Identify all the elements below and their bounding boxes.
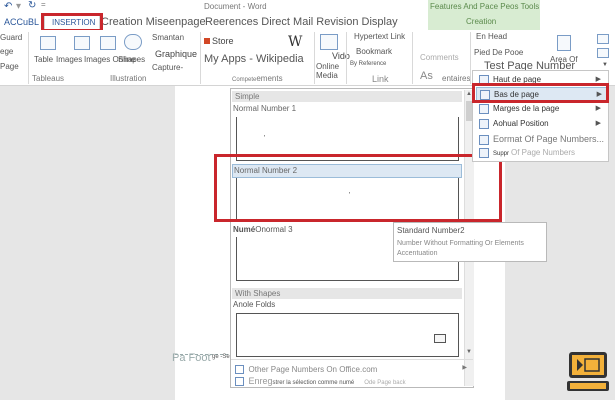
highlight-plain-number-2 [214, 154, 502, 222]
hyperlink-button[interactable]: Hypertext Link [354, 32, 405, 41]
header-button[interactable]: En Head [476, 32, 507, 41]
save-selection-label: strer la sélection comme numé [272, 380, 355, 386]
wordart-icon[interactable] [597, 48, 609, 58]
menu-item-format-page-numbers[interactable]: Eormat Of Page Numbers... [479, 132, 607, 146]
save-selection-prefix: Enreg [248, 376, 273, 386]
scroll-down-icon[interactable]: ▼ [466, 349, 472, 355]
page-break-button[interactable]: Page [0, 62, 19, 71]
menu-item-page-margins[interactable]: Marges de la page ▶ [479, 102, 607, 116]
more-page-numbers-label: Other Page Numbers On Office.com [248, 365, 378, 374]
redo-icon[interactable]: ▾ [16, 1, 21, 12]
context-tab-group-label: Features And Pace Peos Tools [430, 2, 540, 11]
repeat-icon[interactable]: ↻ [28, 0, 36, 11]
my-apps-button[interactable]: My Apps - Wikipedia [204, 53, 304, 65]
menu-item-label: Eormat Of Page Numbers... [493, 134, 605, 144]
gallery-divider [231, 359, 473, 360]
comments-group-label: entaires [442, 74, 471, 83]
save-selection-suffix: Ode Page back [364, 380, 406, 386]
current-position-icon [479, 118, 489, 129]
more-page-numbers-link[interactable]: Other Page Numbers On Office.com ▶ [235, 364, 471, 375]
table-icon[interactable] [40, 36, 56, 50]
bookmark-button[interactable]: Bookmark [356, 47, 392, 56]
save-gallery-icon [235, 377, 244, 387]
online-video-icon[interactable] [320, 34, 338, 50]
video-button[interactable]: Vido [332, 51, 350, 61]
highlight-bottom-of-page [472, 83, 609, 103]
store-icon [204, 38, 210, 44]
gallery-section-shapes: With Shapes [232, 288, 462, 299]
store-button[interactable]: Store [212, 36, 234, 46]
screenshot-button[interactable]: Capture- [152, 63, 183, 72]
tab-design-context[interactable]: Creation [428, 14, 540, 30]
as-glyph: As [420, 70, 433, 82]
gallery-item-label-3-prefix: Numé [233, 225, 256, 234]
submenu-arrow-icon: ▶ [595, 105, 601, 112]
tooltip-line-2: Accentuation [397, 250, 438, 257]
gallery-tooltip: Standard Number2 Number Without Formatti… [393, 222, 547, 262]
gallery-item-label-4: Anole Folds [233, 300, 276, 309]
table-button-label[interactable]: Table [34, 55, 53, 64]
site-logo [565, 350, 611, 396]
tab-references-group[interactable]: Reerences Direct Mail Revision Display [205, 16, 398, 28]
qat-customize-icon[interactable]: = [41, 0, 46, 9]
menu-item-label: Suppr [493, 151, 510, 157]
submenu-arrow-icon: ▶ [595, 120, 601, 127]
cross-reference-button[interactable]: By Reference [350, 61, 386, 67]
tab-design[interactable]: Creation Miseenpage [101, 16, 206, 28]
blank-page-button[interactable]: ege [0, 47, 13, 56]
menu-item-label: Aohual Position [493, 119, 549, 128]
menu-item-overlay-label: Of Page Numbers [511, 148, 576, 157]
format-page-numbers-icon [479, 134, 489, 145]
save-selection-button[interactable]: Enregstrer la sélection comme numé Ode Pa… [235, 376, 471, 387]
gallery-section-simple: Simple [232, 91, 462, 102]
cover-page-button[interactable]: Guard [0, 33, 22, 42]
footer-button[interactable]: Pied De Pooe [474, 48, 523, 57]
text-box-icon[interactable] [557, 35, 571, 51]
gallery-item-folded-corner[interactable] [236, 313, 459, 357]
footer-label: Pa Foot [172, 352, 211, 364]
links-group-label: Link [372, 74, 389, 84]
footer-region: Pa Foot ge -Se [172, 352, 233, 367]
page-number-mark: ' [264, 135, 266, 142]
submenu-arrow-icon: ▶ [462, 365, 467, 371]
menu-item-label: Marges de la page [493, 104, 560, 113]
undo-icon[interactable]: ↶ [4, 1, 12, 12]
page-margins-icon [479, 103, 489, 114]
menu-item-remove-page-numbers[interactable]: Suppr Of Page Numbers [479, 146, 607, 160]
folded-corner-icon [434, 334, 446, 343]
complements-group-label: Competeements [232, 74, 283, 83]
tooltip-line-1: Number Without Formatting Or Elements [397, 240, 524, 247]
remove-page-numbers-icon [479, 147, 489, 158]
smartart-button[interactable]: Smantan [152, 33, 184, 42]
complements-group-label-text: ements [256, 74, 283, 83]
gallery-item-label-3-text: Onormal 3 [255, 225, 293, 234]
online-images-icon[interactable] [100, 36, 116, 50]
tooltip-title: Standard Number2 [397, 226, 465, 235]
footer-section-label: ge -Se [212, 354, 230, 360]
shapes-button-label[interactable]: Shapes [118, 55, 145, 64]
context-tab-group: Features And Pace Peos Tools [428, 0, 540, 14]
document-title: Document - Word [204, 2, 267, 11]
title-bar: ↶ ▾ ↻ = Document - Word Features And Pac… [0, 0, 615, 14]
images-button-label[interactable]: Images [56, 55, 82, 64]
gallery-item-label-1: Normal Number 1 [233, 104, 297, 113]
text-area-label[interactable]: Area Of [550, 55, 578, 64]
comments-button[interactable]: Comments [420, 53, 459, 62]
chart-button[interactable]: Graphique [155, 49, 197, 59]
tab-home[interactable]: ACCuBL [4, 17, 39, 27]
menu-item-current-position[interactable]: Aohual Position ▶ [479, 117, 607, 131]
tables-group-label: Tableaus [32, 74, 65, 83]
gallery-item-label-3: NuméOnormal 3 [233, 225, 293, 234]
illustrations-group-label: Illustration [110, 74, 147, 83]
quick-parts-icon[interactable] [597, 34, 609, 44]
images-icon[interactable] [74, 36, 90, 50]
shapes-icon[interactable] [124, 34, 142, 50]
tab-design-context-label: Creation [466, 17, 497, 26]
wikipedia-icon[interactable]: W [288, 34, 302, 50]
complements-prefix: Compete [232, 77, 257, 83]
online-media-label: Online Media [316, 62, 340, 80]
page-number-chevron-icon: ▼ [602, 62, 608, 68]
office-com-icon [235, 365, 244, 375]
